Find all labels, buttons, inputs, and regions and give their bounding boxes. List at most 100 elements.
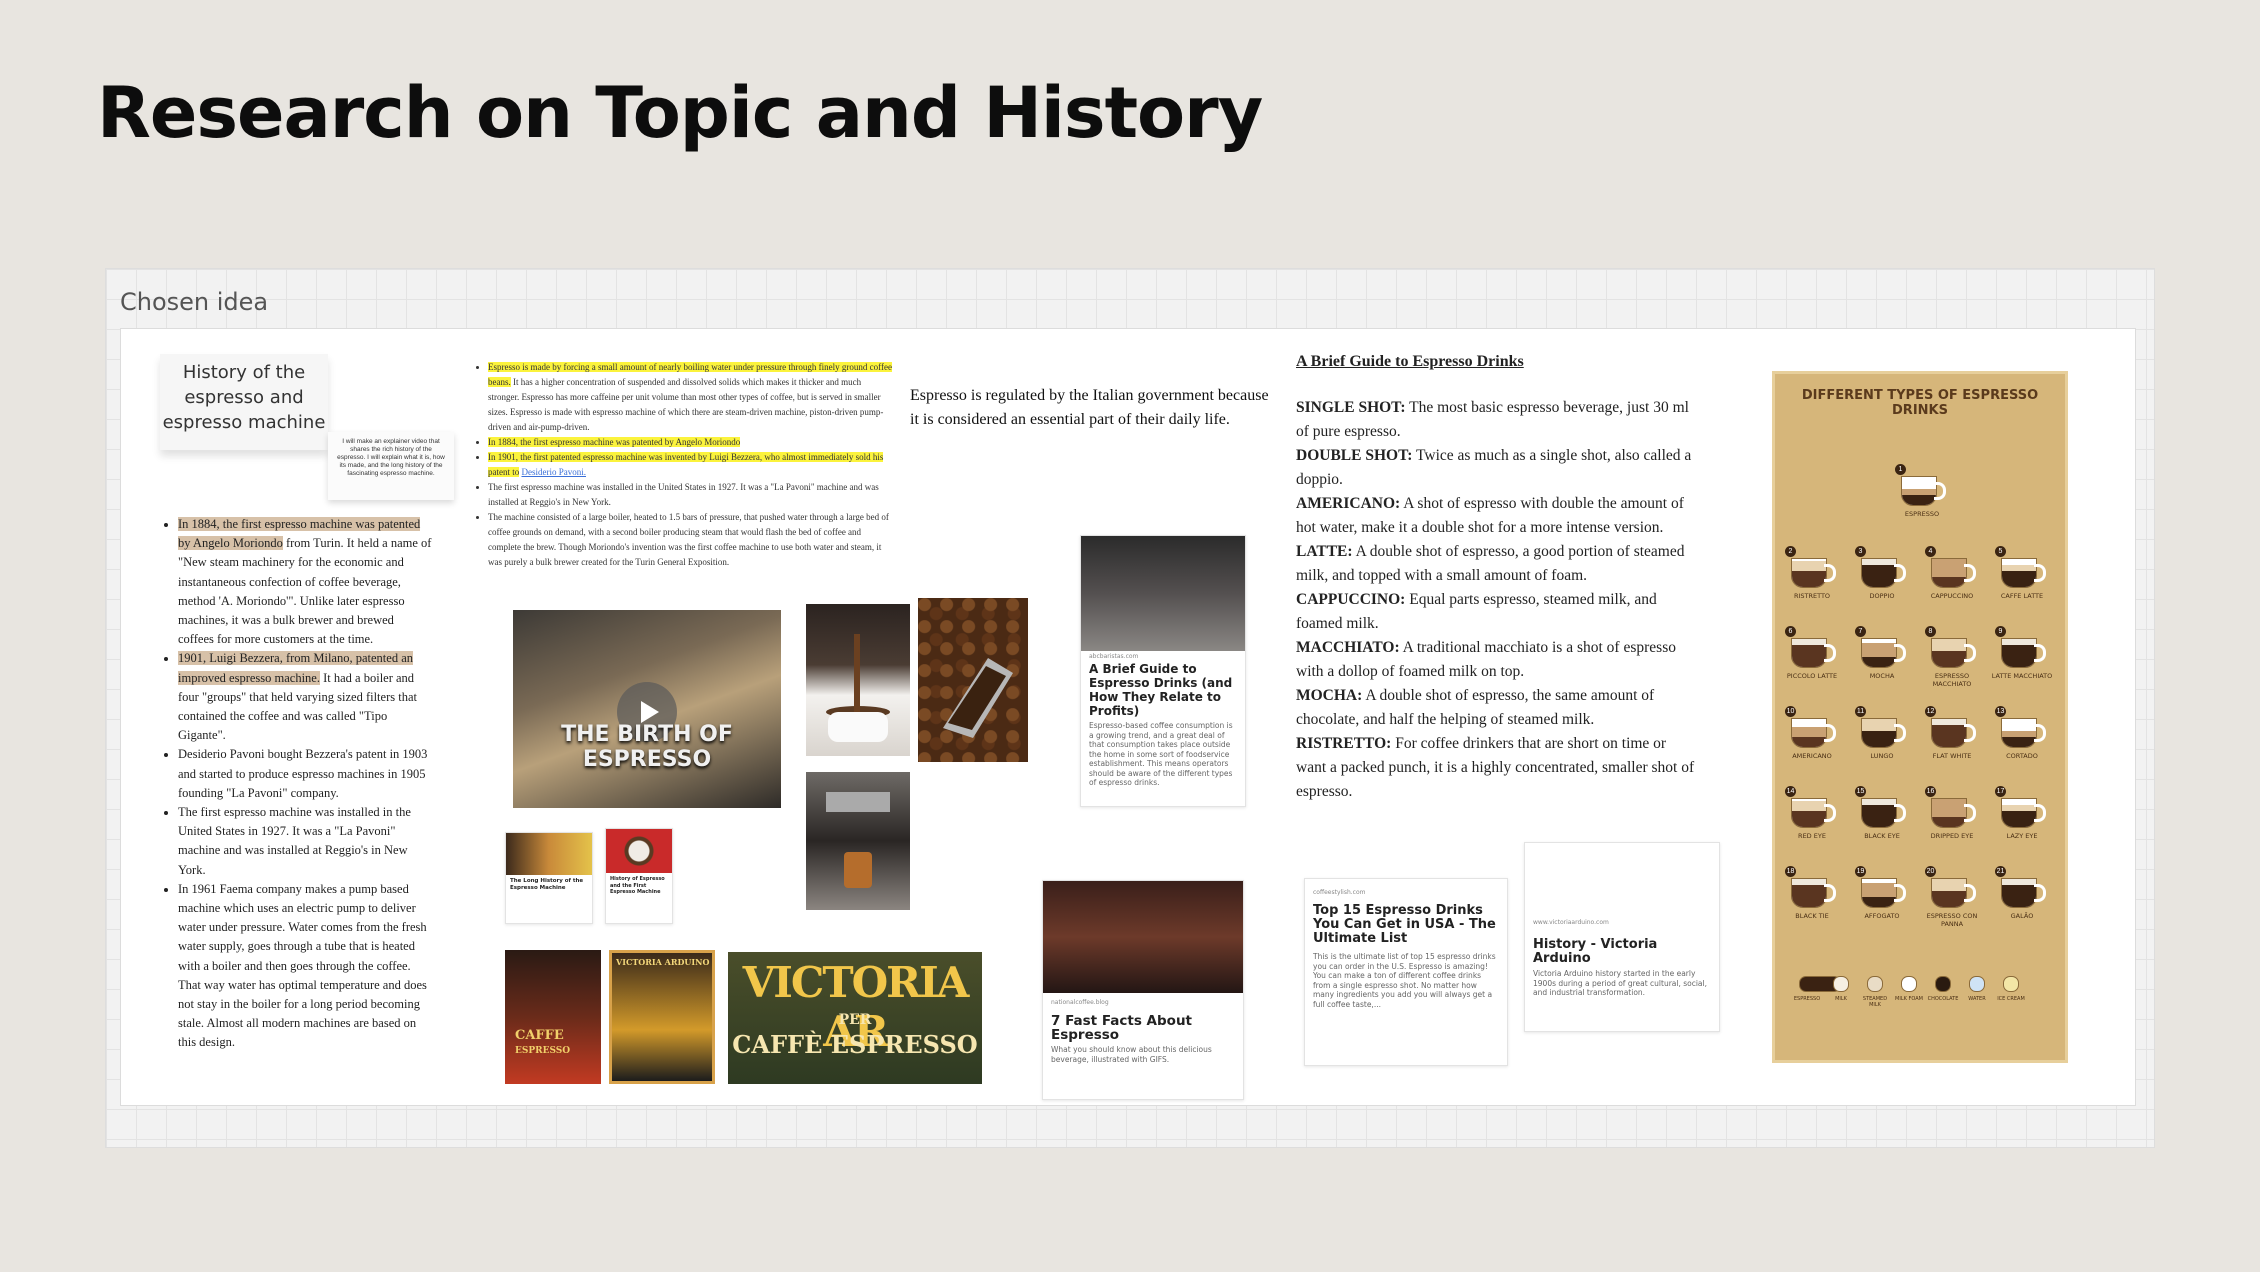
drink-label: ESPRESSO: [1904, 510, 1940, 518]
espresso-cup-photo[interactable]: [806, 604, 910, 756]
drink-number: 16: [1925, 786, 1936, 797]
drink-number: 8: [1925, 626, 1936, 637]
coffee-cup-icon: [2001, 552, 2046, 590]
list-item: 1901, Luigi Bezzera, from Milano, patent…: [178, 649, 432, 745]
coffee-cup-icon: [1861, 632, 1906, 670]
quote-text: Espresso is regulated by the Italian gov…: [910, 387, 1269, 428]
link-card-top15[interactable]: coffeestylish.com Top 15 Espresso Drinks…: [1304, 878, 1508, 1066]
drink-number: 3: [1855, 546, 1866, 557]
card-title: A Brief Guide to Espresso Drinks (and Ho…: [1089, 662, 1233, 718]
link-card-first-machine[interactable]: History of Espresso and the First Espres…: [605, 828, 673, 924]
card-source: coffeestylish.com: [1313, 889, 1366, 896]
drink-label: CORTADO: [2006, 752, 2038, 760]
guide-item: CAPPUCCINO: Equal parts espresso, steame…: [1296, 591, 1657, 632]
drink-number: 10: [1785, 706, 1796, 717]
coffee-cup-icon: [1931, 552, 1976, 590]
video-thumbnail[interactable]: THE BIRTH OF ESPRESSO: [513, 610, 781, 808]
video-title: THE BIRTH OF ESPRESSO: [561, 722, 733, 772]
coffee-cup-icon: [1791, 792, 1836, 830]
espresso-drinks-infographic[interactable]: DIFFERENT TYPES OF ESPRESSO DRINKS 1 ESPR…: [1772, 371, 2068, 1063]
list-item: Espresso is made by forcing a small amou…: [488, 360, 892, 435]
drink-label: DRIPPED EYE: [1930, 832, 1974, 840]
victoria-arduino-poster[interactable]: VICTORIA AR PER CAFFÈ ESPRESSO: [728, 952, 982, 1084]
list-item: In 1884, the first espresso machine was …: [178, 515, 432, 649]
drink-number: 15: [1855, 786, 1866, 797]
list-item: The machine consisted of a large boiler,…: [488, 510, 892, 570]
drink-number: 21: [1995, 866, 2006, 877]
coffee-cup-icon: [1861, 552, 1906, 590]
drink-label: LUNGO: [1870, 752, 1894, 760]
card-source: nationalcoffee.blog: [1051, 999, 1109, 1006]
link-card-long-history[interactable]: The Long History of the Espresso Machine: [505, 832, 593, 924]
coffee-beans-photo[interactable]: [918, 598, 1028, 762]
link-card-fast-facts[interactable]: nationalcoffee.blog 7 Fast Facts About E…: [1042, 880, 1244, 1100]
link-card-arduino[interactable]: www.victoriaarduino.com History - Victor…: [1524, 842, 1720, 1032]
drink-label: DOPPIO: [1869, 592, 1895, 600]
coffee-cup-icon: [1791, 712, 1836, 750]
coffee-cup-icon: [1861, 712, 1906, 750]
drink-label: GALÃO: [2010, 912, 2034, 920]
drink-label: AMERICANO: [1792, 752, 1832, 760]
card-description: Espresso-based coffee consumption is a g…: [1089, 721, 1233, 787]
portafilter-icon: [826, 792, 890, 888]
drink-label: RED EYE: [1798, 832, 1826, 840]
pavoni-link[interactable]: Desiderio Pavoni.: [522, 467, 587, 477]
drink-number: 9: [1995, 626, 2006, 637]
card-description: Victoria Arduino history started in the …: [1533, 969, 1707, 997]
drink-number: 11: [1855, 706, 1866, 717]
coffee-cup-icon: [2001, 632, 2046, 670]
legend-label: WATER: [1968, 996, 1986, 1002]
infographic-title: DIFFERENT TYPES OF ESPRESSO DRINKS: [1801, 388, 2039, 418]
legend-label: MILK: [1835, 996, 1847, 1002]
drink-label: ESPRESSO CON PANNA: [1926, 912, 1978, 928]
drink-label: LAZY EYE: [2006, 832, 2038, 840]
vintage-poster-red[interactable]: CAFFE ESPRESSO: [505, 950, 601, 1084]
list-item: In 1961 Faema company makes a pump based…: [178, 880, 432, 1053]
board-label: Chosen idea: [120, 288, 269, 316]
guide-item: MACCHIATO: A traditional macchiato is a …: [1296, 639, 1676, 680]
card-title: History - Victoria Arduino: [1533, 937, 1658, 966]
drink-number: 12: [1925, 706, 1936, 717]
list-item: The first espresso machine was installed…: [488, 480, 892, 510]
card-source: abcbaristas.com: [1089, 653, 1139, 660]
coffee-cup-icon: [1791, 632, 1836, 670]
guide-title: A Brief Guide to Espresso Drinks: [1296, 353, 1524, 370]
list-item: In 1901, the first patented espresso mac…: [488, 450, 892, 480]
card-source: www.victoriaarduino.com: [1533, 919, 1609, 926]
guide-item: MOCHA: A double shot of espresso, the sa…: [1296, 687, 1655, 728]
legend-swatch: [1867, 976, 1883, 992]
drink-label: ESPRESSO MACCHIATO: [1932, 672, 1972, 688]
drink-number: 1: [1895, 464, 1906, 475]
coffee-cup-icon: [1931, 792, 1976, 830]
sticky-note-small[interactable]: I will make an explainer video that shar…: [328, 432, 454, 500]
coffee-cup-icon: [1791, 552, 1836, 590]
drink-number: 17: [1995, 786, 2006, 797]
card-title: Top 15 Espresso Drinks You Can Get in US…: [1313, 903, 1496, 946]
vintage-poster-yellow[interactable]: VICTORIA ARDUINO: [609, 950, 715, 1084]
legend-label: STEAMED MILK: [1862, 996, 1888, 1008]
drink-number: 13: [1995, 706, 2006, 717]
legend-swatch: [1833, 976, 1849, 992]
coffee-cup-icon: [1931, 712, 1976, 750]
card-description: What you should know about this deliciou…: [1051, 1045, 1212, 1064]
sticky-note-main[interactable]: History of the espresso and espresso mac…: [160, 354, 328, 450]
espresso-guide: A Brief Guide to Espresso Drinks SINGLE …: [1296, 350, 1696, 804]
drink-label: MOCHA: [1869, 672, 1895, 680]
drink-label: FLAT WHITE: [1932, 752, 1972, 760]
espresso-machine-photo[interactable]: [806, 772, 910, 910]
drink-number: 19: [1855, 866, 1866, 877]
card-title: History of Espresso and the First Espres…: [610, 876, 665, 895]
list-item: The first espresso machine was installed…: [178, 803, 432, 880]
card-title: The Long History of the Espresso Machine: [510, 878, 584, 891]
drink-label: PICCOLO LATTE: [1786, 672, 1838, 680]
card-thumbnail: [506, 833, 592, 875]
coffee-cup-icon: [826, 634, 890, 742]
legend-label: MILK FOAM: [1895, 996, 1923, 1002]
page-title: Research on Topic and History: [97, 72, 1263, 154]
drink-label: CAFFE LATTE: [2000, 592, 2044, 600]
link-card-brief-guide[interactable]: abcbaristas.com A Brief Guide to Espress…: [1080, 535, 1246, 807]
card-thumbnail: [1043, 881, 1243, 993]
legend-swatch: [2003, 976, 2019, 992]
coffee-cup-icon: [2001, 792, 2046, 830]
card-thumbnail: [1081, 536, 1245, 651]
